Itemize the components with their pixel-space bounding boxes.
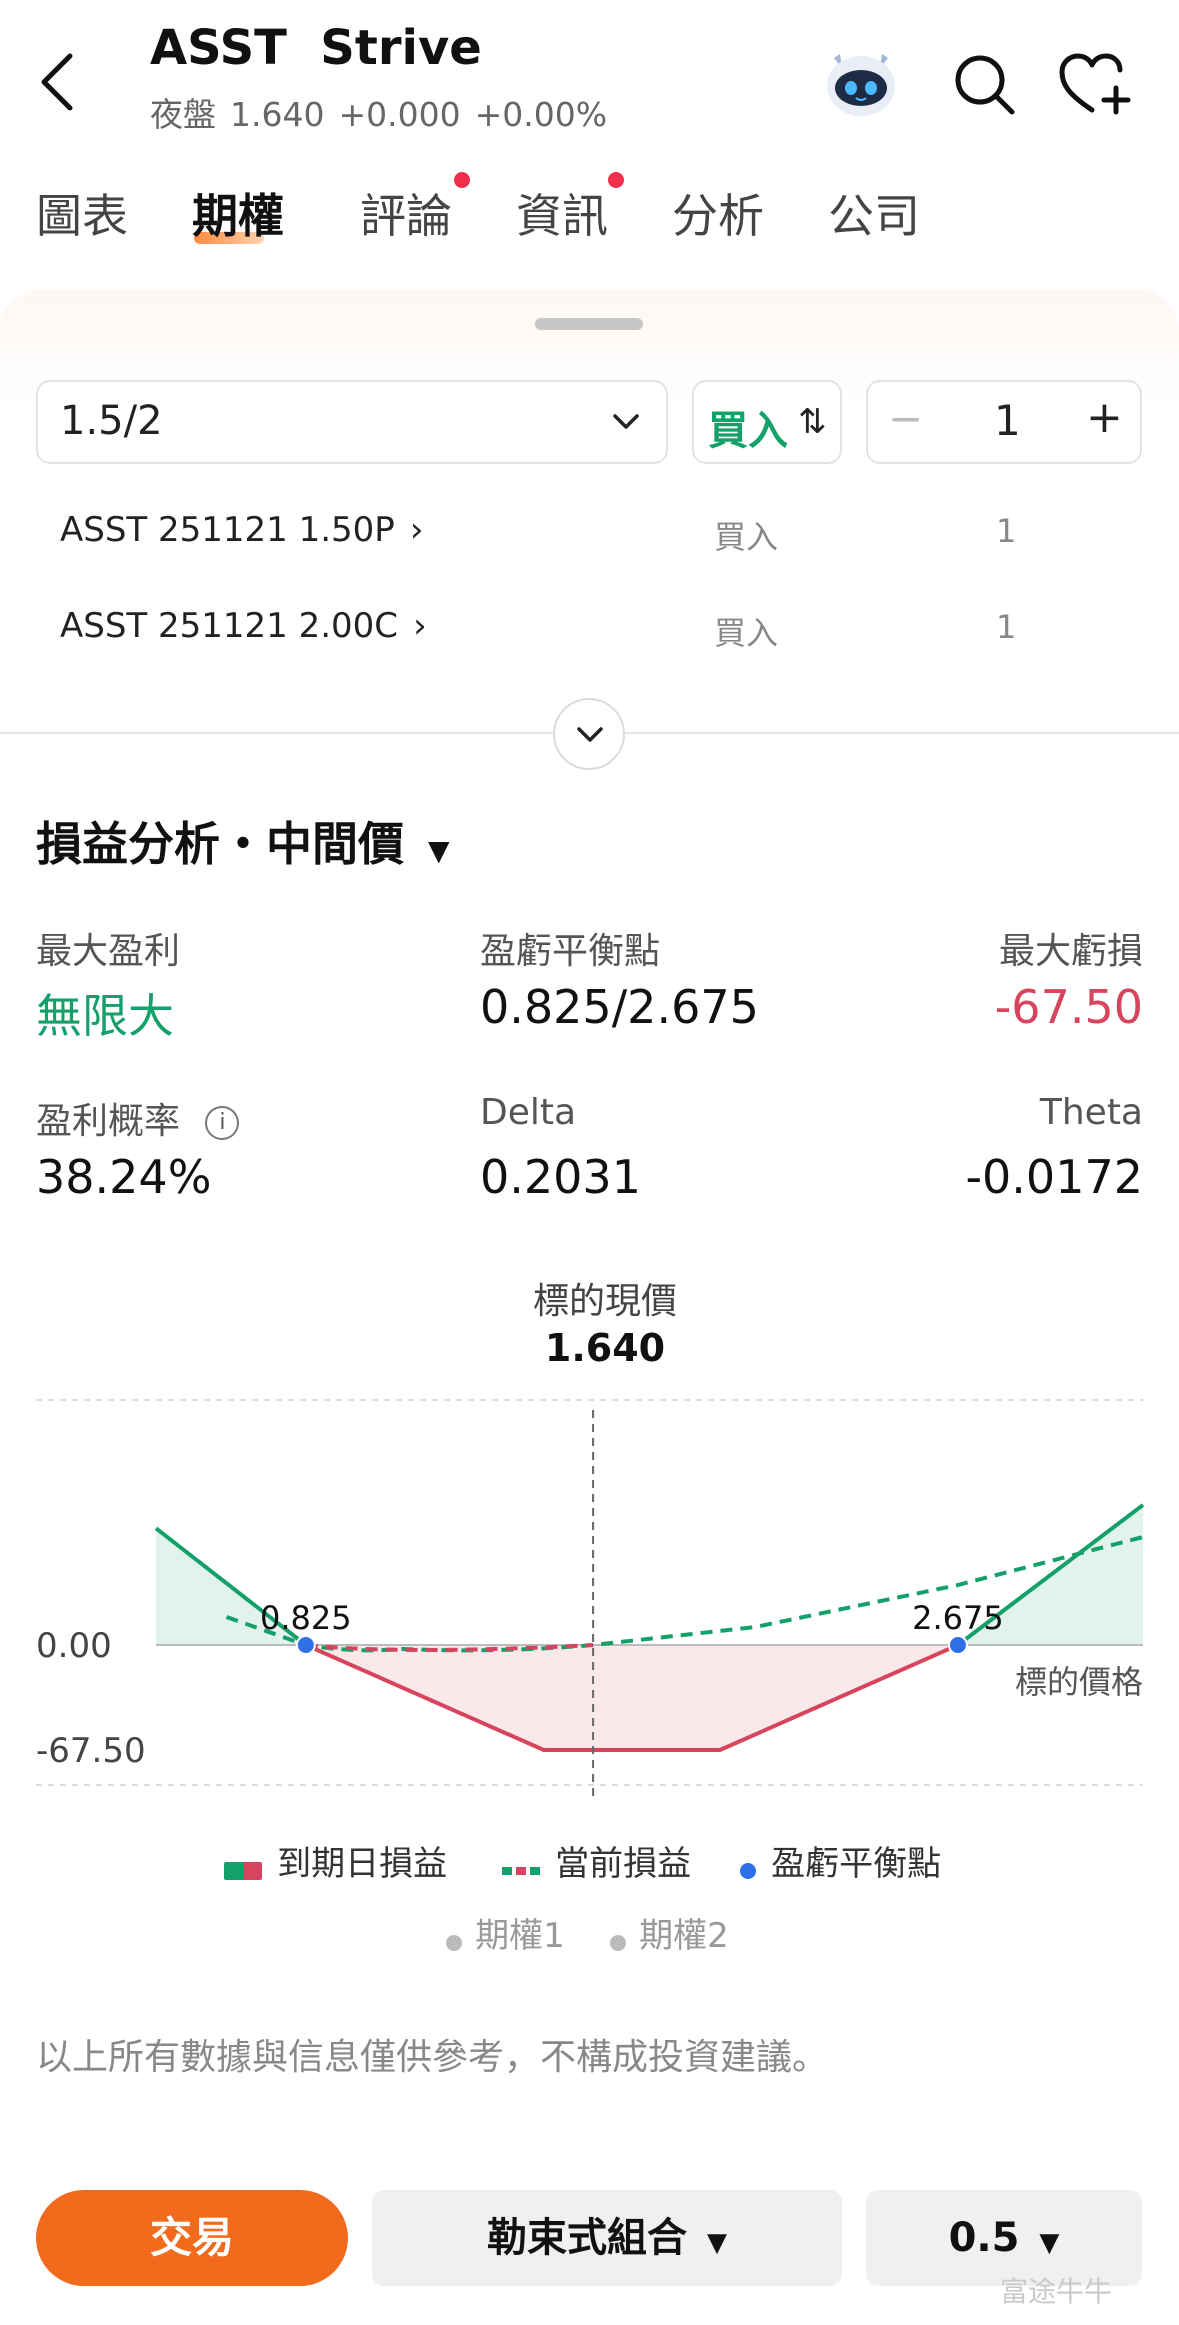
legend-current-label: 當前損益 — [555, 1844, 692, 1884]
strike-select[interactable]: 1.5/2 — [36, 380, 668, 464]
strike-select-value: 1.5/2 — [60, 398, 163, 444]
session-label: 夜盤 — [150, 95, 216, 134]
add-watchlist-button[interactable] — [1058, 52, 1134, 116]
strategy-select-label: 勒束式組合 — [487, 2215, 688, 2261]
underlying-price-label: 標的現價 — [532, 1281, 677, 1322]
legend-option2-label: 期權2 — [639, 1916, 729, 1956]
info-icon[interactable]: i — [205, 1106, 240, 1140]
tab-comments[interactable]: 評論 — [360, 180, 452, 246]
stock-title: ASST Strive — [150, 20, 482, 76]
legend-expiry-pl[interactable]: 到期日損益 — [224, 1836, 447, 1885]
increase-button[interactable]: + — [1086, 392, 1123, 443]
legend-option1-dot — [446, 1934, 462, 1951]
back-button[interactable] — [34, 52, 84, 112]
quantity-stepper[interactable]: − 1 + — [866, 380, 1142, 464]
theta-value: -0.0172 — [965, 1150, 1143, 1204]
delta-label: Delta — [480, 1092, 577, 1133]
price-change: +0.000 — [338, 95, 461, 134]
price-change-pct: +0.00% — [474, 95, 608, 134]
legend-option-1[interactable]: 期權1 — [446, 1908, 565, 1957]
watermark: 富途牛牛 — [1000, 2275, 1113, 2308]
search-icon — [955, 55, 1015, 115]
max-loss-label: 最大虧損 — [998, 931, 1143, 972]
legend-option2-dot — [610, 1934, 626, 1951]
tab-chart[interactable]: 圖表 — [36, 180, 128, 246]
caret-down-icon: ▼ — [706, 2228, 727, 2258]
leg-qty: 1 — [996, 512, 1017, 550]
underlying-price-value: 1.640 — [544, 1326, 666, 1370]
side-label: 買入 — [708, 408, 788, 454]
expand-legs-button[interactable] — [553, 698, 625, 770]
chevron-right-icon: › — [409, 510, 424, 550]
loss-area — [305, 1645, 958, 1750]
breakeven-point — [947, 1635, 968, 1655]
strategy-select-button[interactable]: 勒束式組合 ▼ — [372, 2190, 842, 2286]
disclaimer: 以上所有數據與信息僅供參考，不構成投資建議。 — [36, 2037, 829, 2078]
strike-step-label: 0.5 — [948, 2215, 1020, 2261]
trade-button[interactable]: 交易 — [36, 2190, 348, 2286]
pl-analysis-title[interactable]: 損益分析・中間價 ▼ — [36, 808, 450, 874]
legend-current-pl[interactable]: 當前損益 — [502, 1836, 691, 1885]
profit-probability-label: 盈利概率 i — [36, 1092, 240, 1144]
breakeven-label: 0.825 — [260, 1599, 352, 1637]
leg-qty: 1 — [996, 608, 1017, 646]
legend-expiry-label: 到期日損益 — [277, 1844, 448, 1884]
tab-news[interactable]: 資訊 — [516, 180, 608, 246]
search-button[interactable] — [952, 52, 1016, 116]
chevron-down-icon — [577, 727, 603, 742]
leg-row-1[interactable]: ASST 251121 1.50P › — [60, 510, 424, 550]
legend-breakeven[interactable]: 盈虧平衡點 — [740, 1836, 941, 1885]
legend-option1-label: 期權1 — [475, 1916, 565, 1956]
legend-expiry-swatch — [224, 1861, 262, 1880]
sheet-drag-handle[interactable] — [535, 318, 643, 330]
pl-chart: 0.825 2.675 0.00 -67.50 標的價格 — [36, 1399, 1145, 1800]
breakeven-point — [295, 1635, 316, 1655]
quantity-value: 1 — [994, 396, 1021, 445]
price-line: 夜盤 1.640 +0.000 +0.00% — [150, 88, 621, 136]
x-axis-label: 標的價格 — [1015, 1663, 1143, 1701]
chevron-right-icon: › — [413, 606, 427, 646]
leg-side: 買入 — [714, 518, 779, 556]
leg-row-2[interactable]: ASST 251121 2.00C › — [60, 606, 427, 646]
y-tick-zero: 0.00 — [36, 1626, 112, 1666]
tab-analysis[interactable]: 分析 — [672, 180, 764, 246]
tab-options[interactable]: 期權 — [192, 180, 284, 246]
y-tick-max-loss: -67.50 — [36, 1731, 146, 1771]
max-loss-value: -67.50 — [994, 980, 1143, 1034]
chevron-left-icon — [41, 53, 73, 111]
decrease-button[interactable]: − — [888, 394, 923, 443]
leg-side: 買入 — [714, 614, 779, 652]
tab-company[interactable]: 公司 — [828, 180, 920, 246]
breakeven-label: 2.675 — [912, 1599, 1004, 1637]
max-profit-value: 無限大 — [36, 989, 174, 1043]
max-profit-label: 最大盈利 — [36, 931, 181, 972]
legend-current-swatch — [502, 1866, 540, 1875]
profit-probability-label-text: 盈利概率 — [36, 1101, 181, 1142]
chevron-down-icon — [613, 414, 639, 429]
breakeven-label: 盈虧平衡點 — [480, 931, 661, 972]
news-notification-dot — [608, 172, 624, 188]
pl-analysis-title-text: 損益分析・中間價 — [36, 817, 404, 871]
profit-probability-value: 38.24% — [36, 1150, 212, 1204]
legend-breakeven-label: 盈虧平衡點 — [771, 1844, 942, 1884]
caret-down-icon: ▼ — [1039, 2228, 1060, 2258]
ai-assistant-button[interactable] — [820, 44, 902, 122]
breakeven-value: 0.825/2.675 — [480, 980, 759, 1034]
leg-contract: ASST 251121 2.00C — [60, 606, 399, 646]
legend-option-2[interactable]: 期權2 — [610, 1908, 729, 1957]
theta-label: Theta — [1039, 1092, 1143, 1133]
legend-breakeven-swatch — [740, 1862, 756, 1879]
robot-icon — [827, 54, 895, 116]
delta-value: 0.2031 — [480, 1150, 641, 1204]
side-toggle-button[interactable]: 買入 ⇅ — [692, 380, 842, 464]
last-price: 1.640 — [230, 95, 325, 134]
comments-notification-dot — [454, 172, 470, 188]
caret-down-icon: ▼ — [428, 834, 450, 867]
leg-contract: ASST 251121 1.50P — [60, 510, 395, 550]
heart-plus-icon — [1059, 53, 1131, 115]
swap-icon: ⇅ — [798, 402, 827, 442]
